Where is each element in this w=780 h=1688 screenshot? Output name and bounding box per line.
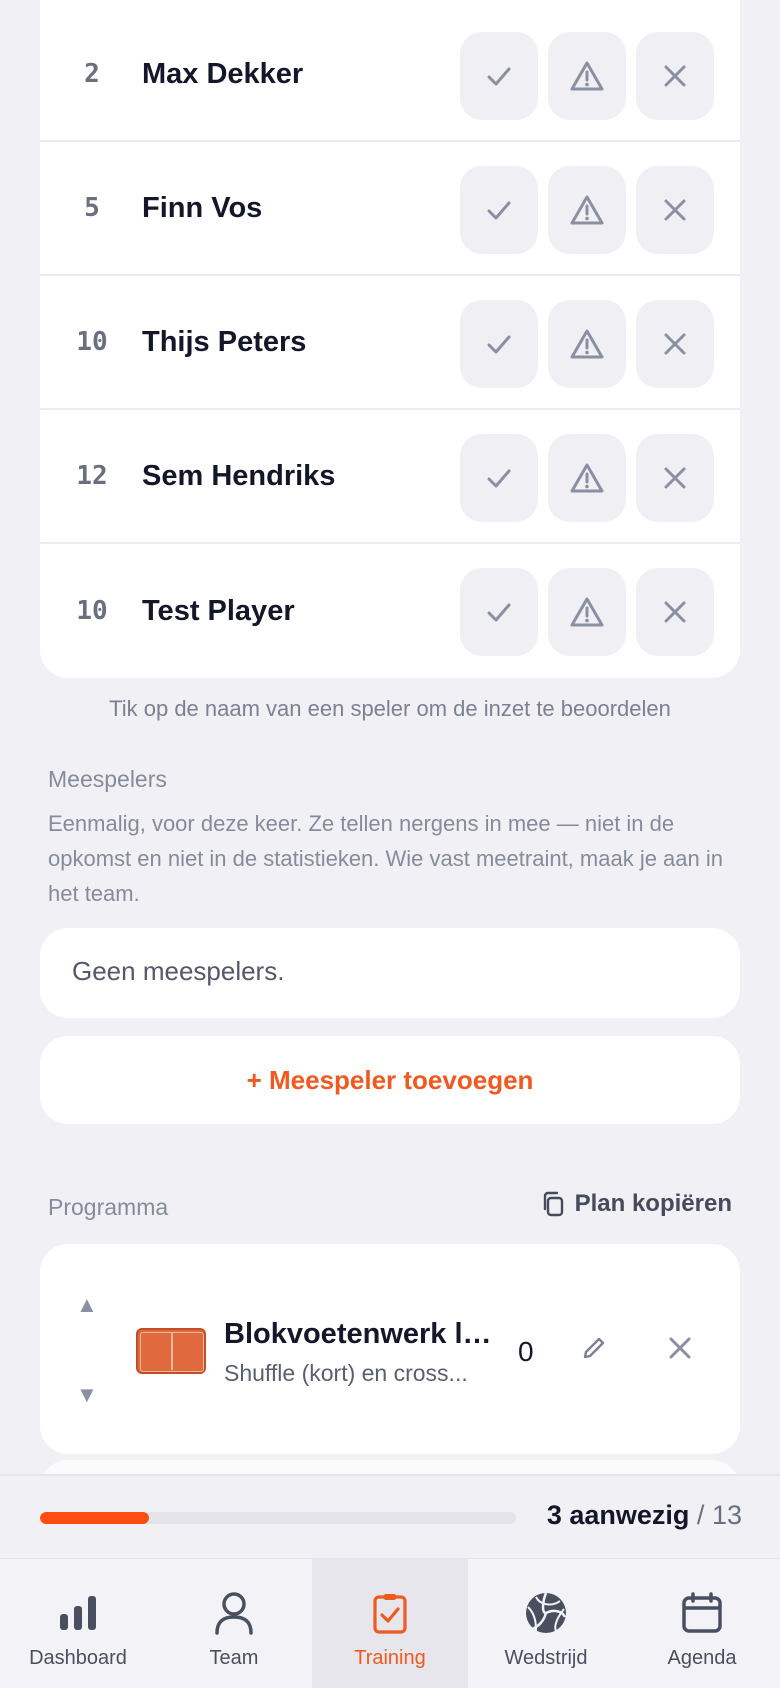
close-icon — [664, 601, 686, 623]
player-name[interactable]: Max Dekker — [142, 58, 303, 91]
nav-wedstrijd[interactable]: Wedstrijd — [468, 1559, 624, 1688]
warning-icon — [570, 597, 604, 627]
player-name[interactable]: Thijs Peters — [142, 326, 306, 359]
close-icon — [664, 65, 686, 87]
meespelers-label: Meespelers — [48, 766, 167, 792]
absent-button[interactable] — [636, 568, 714, 656]
bar-chart-icon — [60, 1596, 96, 1630]
user-icon — [215, 1592, 253, 1635]
player-number: 10 — [76, 327, 108, 357]
nav-training[interactable]: Training — [312, 1559, 468, 1688]
nav-agenda[interactable]: Agenda — [624, 1559, 780, 1688]
injured-button[interactable] — [548, 568, 626, 656]
player-number: 5 — [84, 193, 100, 223]
nav-label: Wedstrijd — [504, 1647, 588, 1669]
absent-button[interactable] — [636, 32, 714, 120]
nav-dashboard[interactable]: Dashboard — [0, 1559, 156, 1688]
player-number: 2 — [84, 59, 100, 89]
nav-label: Dashboard — [29, 1647, 127, 1669]
copy-plan-label: Plan kopiëren — [574, 1190, 732, 1217]
player-row: 12 Sem Hendriks — [40, 410, 740, 544]
player-row: 2 Max Dekker — [40, 8, 740, 142]
absent-button[interactable] — [636, 300, 714, 388]
pencil-icon — [583, 1337, 605, 1359]
absent-button[interactable] — [636, 434, 714, 522]
clipboard-check-icon — [373, 1594, 407, 1634]
player-number: 10 — [76, 596, 108, 626]
programma-label: Programma — [48, 1194, 169, 1220]
copy-plan-button[interactable]: Plan kopiëren — [541, 1190, 732, 1218]
warning-icon — [570, 195, 604, 225]
nav-team[interactable]: Team — [156, 1559, 312, 1688]
warning-icon — [570, 463, 604, 493]
exercise-title: Blokvoetenwerk la... — [224, 1318, 500, 1350]
attendance-progress — [40, 1512, 516, 1524]
check-icon — [487, 67, 511, 86]
exercise-card[interactable]: ▲ ▼ Blokvoetenwerk la... Shuffle (kort) … — [40, 1244, 740, 1454]
attendance-separator: / — [696, 1500, 705, 1530]
check-icon — [487, 603, 511, 622]
present-button[interactable] — [460, 32, 538, 120]
present-button[interactable] — [460, 568, 538, 656]
move-up-icon[interactable]: ▲ — [76, 1292, 98, 1318]
nav-label: Agenda — [667, 1647, 737, 1669]
player-row: 10 Test Player — [40, 544, 740, 678]
remove-exercise-button[interactable] — [668, 1336, 692, 1365]
attendance-bar: 3 aanwezig / 13 — [0, 1474, 780, 1558]
close-icon — [664, 333, 686, 355]
volleyball-icon — [526, 1592, 567, 1633]
injured-button[interactable] — [548, 300, 626, 388]
close-icon — [664, 467, 686, 489]
warning-icon — [570, 329, 604, 359]
edit-exercise-button[interactable] — [580, 1334, 608, 1367]
player-list: 2 Max Dekker 5 Finn Vos 10 Thijs Peters — [40, 0, 740, 678]
player-name[interactable]: Finn Vos — [142, 192, 262, 225]
present-button[interactable] — [460, 166, 538, 254]
exercise-count: 0 — [518, 1336, 534, 1367]
attendance-present: 3 aanwezig — [546, 1500, 690, 1530]
present-button[interactable] — [460, 300, 538, 388]
bottom-nav: Dashboard Team Training Wedstrijd Agenda — [0, 1558, 780, 1688]
injured-button[interactable] — [548, 166, 626, 254]
attendance-summary: 3 aanwezig / 13 — [547, 1500, 742, 1531]
close-icon — [664, 199, 686, 221]
attendance-progress-fill — [40, 1512, 150, 1524]
player-name[interactable]: Test Player — [142, 595, 295, 628]
injured-button[interactable] — [548, 434, 626, 522]
meespelers-description: Eenmalig, voor deze keer. Ze tellen nerg… — [48, 811, 723, 906]
player-number: 12 — [76, 461, 108, 491]
nav-label: Training — [354, 1647, 426, 1669]
meespelers-empty-text: Geen meespelers. — [72, 956, 285, 986]
copy-icon — [543, 1191, 563, 1217]
players-hint: Tik op de naam van een speler om de inze… — [109, 696, 671, 721]
check-icon — [487, 335, 511, 354]
calendar-icon — [682, 1592, 722, 1633]
close-icon — [669, 1337, 691, 1359]
player-row: 10 Thijs Peters — [40, 276, 740, 410]
warning-icon — [570, 61, 604, 91]
check-icon — [487, 201, 511, 220]
injured-button[interactable] — [548, 32, 626, 120]
player-name[interactable]: Sem Hendriks — [142, 460, 335, 493]
add-meespeler-button[interactable]: + Meespeler toevoegen — [40, 1036, 740, 1124]
exercise-subtitle: Shuffle (kort) en cross... — [224, 1360, 468, 1386]
meespelers-empty-card: Geen meespelers. — [40, 928, 740, 1018]
court-icon — [136, 1328, 206, 1374]
move-down-icon[interactable]: ▼ — [76, 1382, 98, 1408]
check-icon — [487, 469, 511, 488]
absent-button[interactable] — [636, 166, 714, 254]
attendance-total: 13 — [711, 1500, 742, 1530]
add-meespeler-label: + Meespeler toevoegen — [246, 1064, 534, 1095]
nav-label: Team — [209, 1647, 259, 1669]
player-row: 5 Finn Vos — [40, 142, 740, 276]
present-button[interactable] — [460, 434, 538, 522]
